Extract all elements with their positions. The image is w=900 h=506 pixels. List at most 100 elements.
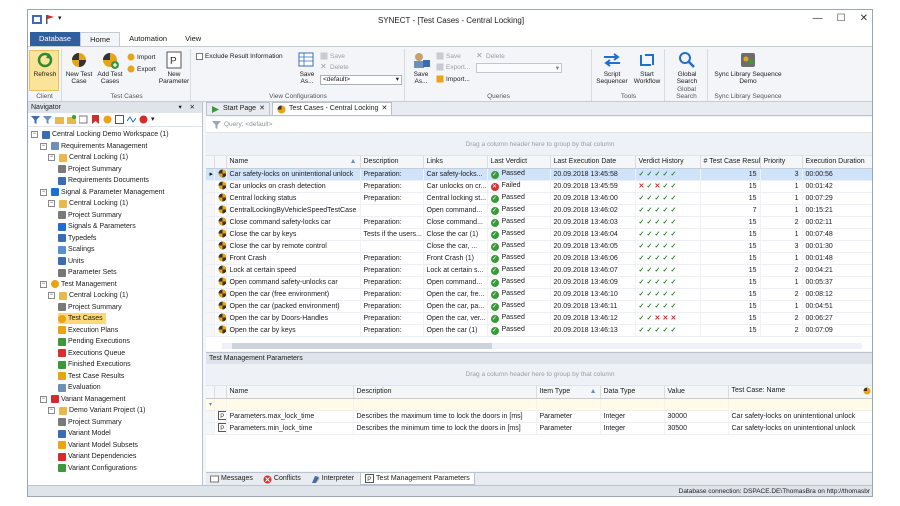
script-sequencer-button[interactable]: Script Sequencer [595,51,629,85]
tree-item[interactable]: Typedefs [58,233,96,244]
tree-item[interactable]: − Requirements Management [40,141,147,152]
horizontal-scrollbar[interactable] [222,343,862,349]
tree-item[interactable]: Variant Configurations [58,463,137,474]
collapse-icon[interactable]: − [40,142,47,150]
global-search-button[interactable]: Global Search [670,51,704,85]
table-row[interactable]: P Parameters.min_lock_time Describes the m… [206,422,872,435]
variant-icon[interactable] [139,115,148,124]
tab-interpreter[interactable]: Interpreter [307,473,358,485]
filter-cell[interactable] [226,398,354,411]
tab-test-management-parameters[interactable]: P Test Management Parameters [360,473,475,485]
collapse-icon[interactable]: − [40,188,47,196]
tab-test-cases[interactable]: Test Cases - Central Locking ✕ [271,102,393,115]
query-save-as-button[interactable]: Save As... [409,51,433,85]
param-header-description[interactable]: Description [353,386,537,399]
tree-item[interactable]: Units [58,256,84,267]
tree-item[interactable]: Variant Model Subsets [58,440,138,451]
tree-item[interactable]: Variant Dependencies [58,451,136,462]
tree-item[interactable]: − Central Locking (1) [48,290,128,301]
tab-start-page[interactable]: Start Page ✕ [206,102,270,115]
column-header-execution-duration[interactable]: Execution Duration [802,156,872,169]
view-save-button[interactable]: Save [320,52,345,60]
start-workflow-button[interactable]: Start Workflow [630,51,664,85]
collapse-icon[interactable]: − [48,292,55,299]
collapse-icon[interactable]: − [48,154,55,161]
query-select[interactable]: ▾ [476,63,562,73]
tree-item[interactable]: Execution Plans [58,325,118,336]
import-button[interactable]: Import [127,53,155,61]
tree-item[interactable]: Scalings [58,244,94,255]
table-row[interactable]: Open the car (free environment) Preparati… [206,288,872,301]
tree-item[interactable]: Executions Queue [58,348,125,359]
filter-cell[interactable] [600,398,665,411]
tree-item[interactable]: Signals & Parameters [58,221,136,232]
filter-cell[interactable] [664,398,729,411]
column-header-verdict-history[interactable]: Verdict History [635,156,701,169]
folder-icon[interactable] [55,115,64,124]
group-by-area[interactable]: Drag a column header here to group by th… [206,133,872,156]
param-header-name[interactable]: Name [226,386,354,399]
view-save-as-button[interactable]: Save As... [296,51,318,85]
collapse-icon[interactable]: − [48,407,55,414]
column-header-last-execution-date[interactable]: Last Execution Date [550,156,636,169]
test-case-icon[interactable] [103,115,112,124]
parameters-group-by-area[interactable]: Drag a column header here to group by th… [206,364,872,386]
tree-item[interactable]: − Central Locking Demo Workspace (1) [31,129,169,140]
query-bar[interactable]: Query: <default> [206,117,872,133]
tree-item[interactable]: Variant Model [58,428,111,439]
table-row[interactable]: Open the car by Doors-Handles Preparation… [206,312,872,325]
table-row[interactable]: Open the car (packed environment) Prepara… [206,300,872,313]
tree-item[interactable]: Evaluation [58,382,101,393]
filter-cell[interactable] [214,398,227,411]
signal-icon[interactable] [126,115,137,124]
maximize-icon[interactable]: ☐ [837,13,846,24]
tree-item[interactable]: − Variant Management [40,394,125,405]
collapse-icon[interactable]: − [40,395,47,403]
table-row[interactable]: Close command safety-locks car Preparatio… [206,216,872,229]
add-test-cases-button[interactable]: Add Test Cases [95,51,125,85]
close-icon[interactable]: ✕ [259,103,265,115]
param-header-item-type[interactable]: Item Type ▲ [536,386,601,399]
tree-item[interactable]: Pending Executions [58,336,130,347]
scrollbar-thumb[interactable] [232,343,492,349]
query-delete-button[interactable]: ✕ Delete [476,52,505,60]
view-config-select[interactable]: <default> ▾ [320,75,402,85]
tab-home[interactable]: Home [80,32,121,46]
column-header-priority[interactable]: Priority [760,156,803,169]
tab-automation[interactable]: Automation [120,32,176,46]
tree-item[interactable]: Project Summary [58,164,122,175]
close-icon[interactable]: ✕ [381,103,387,115]
tree-item[interactable]: − Central Locking (1) [48,152,128,163]
tab-database[interactable]: Database [30,32,81,46]
export-icon[interactable] [78,115,88,124]
navigator-pin-icon[interactable]: ▾ ✕ [178,102,198,113]
param-header-test-case-name[interactable]: Test Case: Name [728,386,873,399]
param-header-data-type[interactable]: Data Type [600,386,665,399]
view-delete-button[interactable]: ✕ Delete [320,63,349,71]
tab-messages[interactable]: Messages [206,473,257,485]
tree-item[interactable]: Finished Executions [58,359,131,370]
table-row[interactable]: CentralLockingByVehicleSpeedTestCase Open… [206,204,872,217]
column-header-name[interactable]: Name ▲ [226,156,361,169]
close-icon[interactable]: ✕ [860,13,868,24]
table-row[interactable]: Front Crash Preparation: Front Crash (1) ✓ P… [206,252,872,265]
tab-view[interactable]: View [176,32,210,46]
exclude-result-checkbox[interactable]: Exclude Result Information [196,53,283,60]
tree-item[interactable]: Requirements Documents [58,175,149,186]
tree-item[interactable]: Test Case Results [58,371,124,382]
tree-item[interactable]: − Demo Variant Project (1) [48,405,146,416]
collapse-icon[interactable]: − [48,200,55,207]
tree-item[interactable]: − Test Management [40,279,117,290]
parameter-icon[interactable] [115,115,124,124]
table-row[interactable]: Close the car by remote control Close the… [206,240,872,253]
filter-cell[interactable] [536,398,601,411]
column-chooser-icon[interactable] [863,387,873,397]
table-row[interactable]: Open the car by keys Preparation: Open the… [206,324,872,337]
export-button[interactable]: Export [127,65,156,73]
tree-item[interactable]: Test Cases [58,313,106,324]
column-header-description[interactable]: Description [360,156,424,169]
sync-library-button[interactable]: Sync Library Sequence Demo [711,51,785,85]
column-header-last-verdict[interactable]: Last Verdict [487,156,551,169]
minimize-icon[interactable]: — [813,13,823,24]
bookmark-icon[interactable] [91,115,100,124]
